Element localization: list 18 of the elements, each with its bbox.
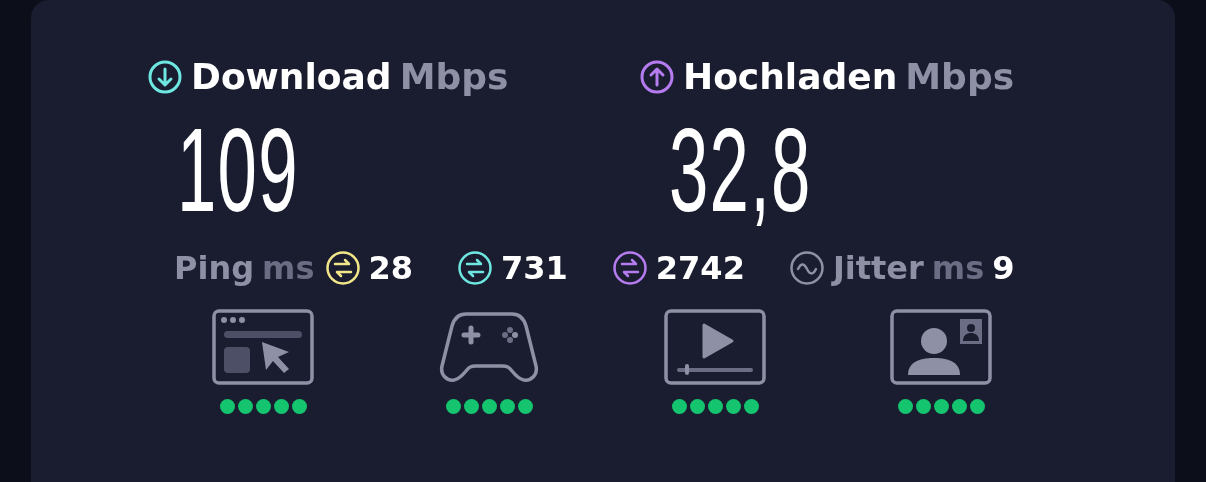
video-call-icon bbox=[890, 309, 992, 385]
speed-value: 32,8 bbox=[668, 111, 813, 229]
latency-value: 2742 bbox=[655, 249, 745, 287]
browser-cursor-icon bbox=[212, 309, 314, 385]
speed-value: 109 bbox=[176, 111, 300, 229]
video-player-icon bbox=[664, 309, 766, 385]
unit-label: ms bbox=[262, 249, 315, 287]
latency-value: 731 bbox=[501, 249, 568, 287]
latency-value: 28 bbox=[368, 249, 414, 287]
gamepad-icon bbox=[438, 309, 540, 385]
unit-label: Mbps bbox=[399, 56, 509, 97]
jitter-label: Jitter bbox=[832, 249, 924, 287]
speed-label: Download bbox=[191, 56, 392, 97]
unit-label: ms bbox=[931, 249, 985, 287]
latency-value: 9 bbox=[992, 249, 1015, 287]
speed-label: Hochladen bbox=[683, 56, 898, 97]
ping-label: Ping bbox=[174, 249, 255, 287]
unit-label: Mbps bbox=[905, 56, 1015, 97]
